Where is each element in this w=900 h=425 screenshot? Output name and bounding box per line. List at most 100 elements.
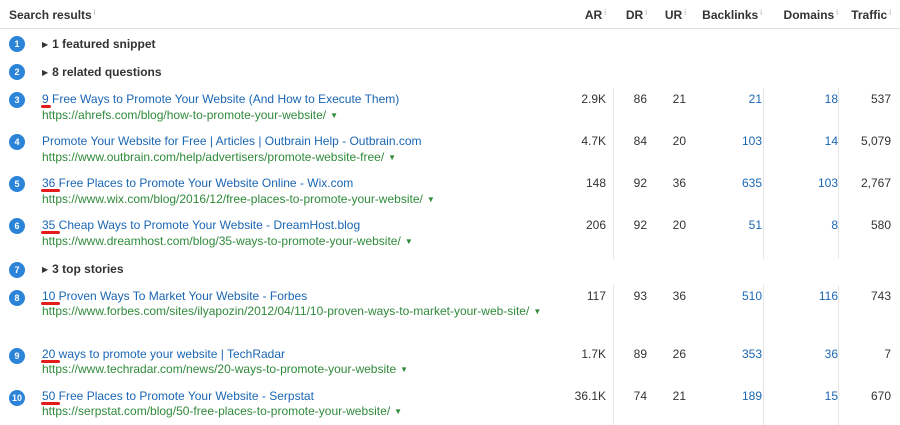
traffic-value: 2,767 <box>860 176 891 190</box>
info-icon[interactable]: i <box>94 8 96 17</box>
domains-value[interactable]: 36 <box>825 347 838 361</box>
result-url: https://ahrefs.com/blog/how-to-promote-y… <box>42 108 327 122</box>
serp-feature-toggle[interactable]: ▶ 3 top stories <box>42 262 124 276</box>
dr-value: 74 <box>633 389 647 403</box>
domains-value[interactable]: 8 <box>831 218 838 232</box>
result-title-link[interactable]: 9 Free Ways to Promote Your Website (And… <box>42 92 399 106</box>
result-url-link[interactable]: https://www.outbrain.com/help/advertiser… <box>42 149 542 166</box>
header-traffic[interactable]: Traffic i <box>851 8 891 22</box>
traffic-value: 7 <box>884 347 891 361</box>
domains-value[interactable]: 103 <box>818 176 838 190</box>
header-search-results: Search results i <box>9 8 96 22</box>
result-url: https://serpstat.com/blog/50-free-places… <box>42 404 391 418</box>
result-url-link[interactable]: https://serpstat.com/blog/50-free-places… <box>42 403 542 420</box>
serp-feature-toggle[interactable]: ▶ 8 related questions <box>42 65 162 79</box>
expand-triangle-icon: ▶ <box>42 40 49 49</box>
backlinks-value[interactable]: 189 <box>742 389 762 403</box>
position-badge: 10 <box>9 390 25 406</box>
traffic-value: 580 <box>870 218 891 232</box>
dr-value: 93 <box>633 289 647 303</box>
result-title-link[interactable]: Promote Your Website for Free | Articles… <box>42 134 422 148</box>
result-url-link[interactable]: https://www.dreamhost.com/blog/35-ways-t… <box>42 233 542 250</box>
position-badge: 3 <box>9 92 25 108</box>
position-badge: 8 <box>9 290 25 306</box>
result-url-link[interactable]: https://ahrefs.com/blog/how-to-promote-y… <box>42 107 542 124</box>
ur-value: 20 <box>672 134 686 148</box>
info-icon[interactable]: i <box>604 8 606 17</box>
url-dropdown-icon[interactable]: ▼ <box>533 307 541 316</box>
position-badge: 4 <box>9 134 25 150</box>
result-url-link[interactable]: https://www.techradar.com/news/20-ways-t… <box>42 361 542 378</box>
ar-value: 117 <box>586 289 606 303</box>
url-dropdown-icon[interactable]: ▼ <box>330 111 338 120</box>
result-url: https://www.techradar.com/news/20-ways-t… <box>42 362 397 376</box>
domains-value[interactable]: 15 <box>825 389 838 403</box>
ur-value: 26 <box>672 347 686 361</box>
result-title-link[interactable]: 36 Free Places to Promote Your Website O… <box>42 176 353 190</box>
column-divider <box>613 285 614 425</box>
domains-value[interactable]: 18 <box>825 92 838 106</box>
column-divider <box>763 88 764 259</box>
result-title-link[interactable]: 20 ways to promote your website | TechRa… <box>42 347 285 361</box>
domains-value[interactable]: 116 <box>819 289 838 303</box>
result-title-link[interactable]: 10 Proven Ways To Market Your Website - … <box>42 289 307 303</box>
url-dropdown-icon[interactable]: ▼ <box>388 153 396 162</box>
position-badge: 6 <box>9 218 25 234</box>
result-url: https://www.outbrain.com/help/advertiser… <box>42 150 385 164</box>
backlinks-value[interactable]: 510 <box>742 289 762 303</box>
url-dropdown-icon[interactable]: ▼ <box>405 237 413 246</box>
info-icon[interactable]: i <box>760 8 762 17</box>
dr-value: 89 <box>633 347 647 361</box>
ur-value: 36 <box>672 176 686 190</box>
url-dropdown-icon[interactable]: ▼ <box>400 365 408 374</box>
highlight-underline <box>41 402 60 405</box>
serp-feature-label: 8 related questions <box>52 65 162 79</box>
highlight-underline <box>41 302 60 305</box>
ur-value: 36 <box>672 289 686 303</box>
serp-feature-label: 1 featured snippet <box>52 37 156 51</box>
expand-triangle-icon: ▶ <box>42 68 49 77</box>
serp-feature-toggle[interactable]: ▶ 1 featured snippet <box>42 37 156 51</box>
ur-value: 21 <box>672 389 686 403</box>
url-dropdown-icon[interactable]: ▼ <box>427 195 435 204</box>
header-domains[interactable]: Domains i <box>784 8 838 22</box>
domains-value[interactable]: 14 <box>825 134 838 148</box>
info-icon[interactable]: i <box>645 8 647 17</box>
header-ur[interactable]: UR i <box>665 8 686 22</box>
ar-value: 4.7K <box>581 134 606 148</box>
traffic-value: 537 <box>870 92 891 106</box>
serp-feature-label: 3 top stories <box>52 262 124 276</box>
backlinks-value[interactable]: 21 <box>749 92 762 106</box>
ar-value: 206 <box>585 218 606 232</box>
backlinks-value[interactable]: 635 <box>742 176 762 190</box>
backlinks-value[interactable]: 103 <box>742 134 762 148</box>
info-icon[interactable]: i <box>684 8 686 17</box>
ar-value: 148 <box>585 176 606 190</box>
traffic-value: 670 <box>870 389 891 403</box>
column-divider <box>838 88 839 259</box>
result-title-link[interactable]: 35 Cheap Ways to Promote Your Website - … <box>42 218 360 232</box>
ar-value: 36.1K <box>574 389 606 403</box>
header-dr[interactable]: DR i <box>626 8 647 22</box>
info-icon[interactable]: i <box>836 8 838 17</box>
backlinks-value[interactable]: 353 <box>742 347 762 361</box>
column-divider <box>838 285 839 425</box>
result-title-link[interactable]: 50 Free Places to Promote Your Website -… <box>42 389 314 403</box>
column-divider <box>613 88 614 259</box>
position-badge: 2 <box>9 64 25 80</box>
result-url-link[interactable]: https://www.forbes.com/sites/ilyapozin/2… <box>42 303 542 320</box>
backlinks-value[interactable]: 51 <box>749 218 762 232</box>
highlight-underline <box>41 231 60 234</box>
highlight-underline <box>41 105 51 108</box>
dr-value: 84 <box>633 134 647 148</box>
result-url-link[interactable]: https://www.wix.com/blog/2016/12/free-pl… <box>42 191 542 208</box>
result-url: https://www.wix.com/blog/2016/12/free-pl… <box>42 192 423 206</box>
table-header: Search results i AR i DR i UR i Backlinks i D… <box>0 0 900 29</box>
dr-value: 86 <box>633 92 647 106</box>
url-dropdown-icon[interactable]: ▼ <box>394 407 402 416</box>
ar-value: 2.9K <box>581 92 606 106</box>
header-backlinks[interactable]: Backlinks i <box>702 8 762 22</box>
position-badge: 9 <box>9 348 25 364</box>
header-ar[interactable]: AR i <box>585 8 606 22</box>
info-icon[interactable]: i <box>889 8 891 17</box>
